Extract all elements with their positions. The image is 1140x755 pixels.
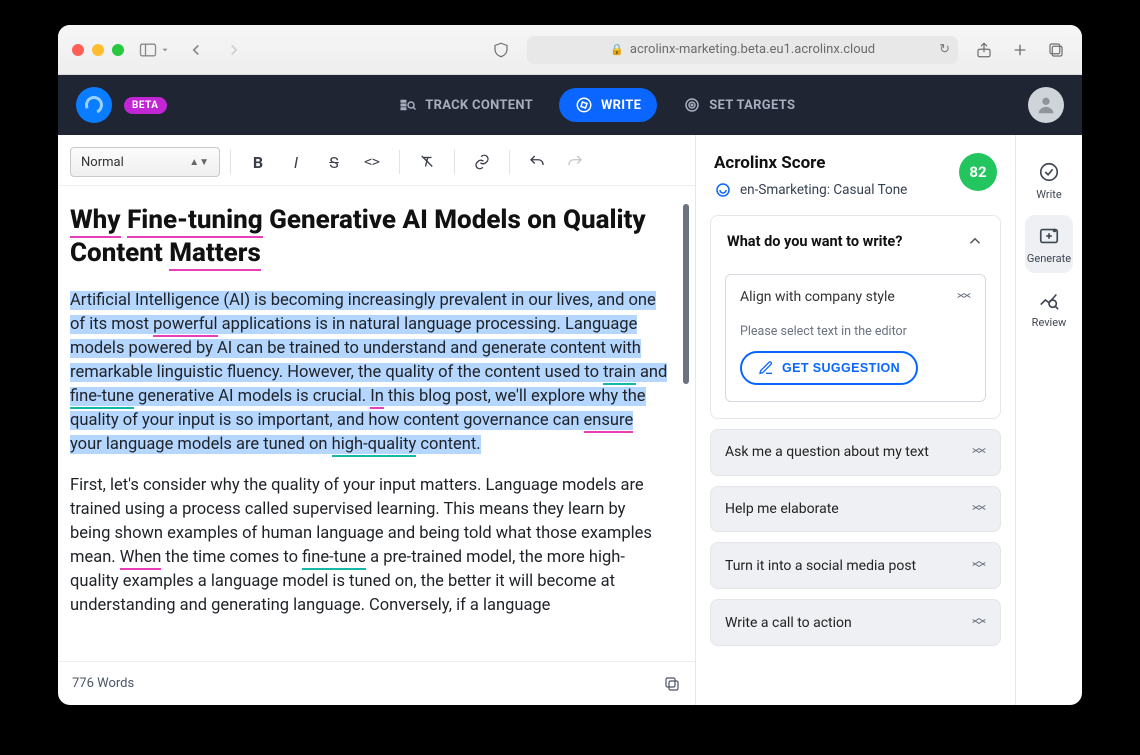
refresh-icon[interactable]: ↻: [939, 42, 950, 57]
rail-write[interactable]: Write: [1025, 151, 1073, 209]
italic-button[interactable]: I: [279, 147, 313, 177]
browser-window: 🔒 acrolinx-marketing.beta.eu1.acrolinx.c…: [58, 25, 1082, 705]
scrollbar-thumb[interactable]: [683, 204, 689, 384]
paragraph-style-select[interactable]: Normal ▲▼: [70, 147, 220, 177]
shield-icon[interactable]: [489, 38, 513, 62]
document-title[interactable]: Why Fine-tuning Generative AI Models on …: [70, 204, 669, 269]
option-card: Align with company style ︿﹀ Please selec…: [725, 274, 986, 402]
forward-button[interactable]: [222, 38, 246, 62]
score-badge: 82: [959, 153, 997, 191]
tab-set-targets[interactable]: SET TARGETS: [667, 88, 811, 122]
editor-area[interactable]: Why Fine-tuning Generative AI Models on …: [58, 186, 695, 661]
rail-review[interactable]: Review: [1025, 279, 1073, 337]
app-body: Normal ▲▼ B I S <>: [58, 135, 1082, 705]
browser-chrome: 🔒 acrolinx-marketing.beta.eu1.acrolinx.c…: [58, 25, 1082, 75]
editor-toolbar: Normal ▲▼ B I S <>: [58, 135, 695, 186]
tone-indicator: en-Smarketing: Casual Tone: [714, 181, 907, 199]
suggestion-ask-question[interactable]: Ask me a question about my text ︿﹀: [710, 429, 1001, 476]
editor-scrollbar[interactable]: [683, 204, 689, 601]
maximize-window[interactable]: [112, 44, 124, 56]
redo-button[interactable]: [558, 147, 592, 177]
tabs-button[interactable]: [1044, 38, 1068, 62]
sidebar-column: Acrolinx Score en-Smarketing: Casual Ton…: [696, 135, 1016, 705]
option-stepper[interactable]: ︿﹀: [957, 289, 971, 306]
tab-write[interactable]: WRITE: [559, 88, 657, 122]
close-window[interactable]: [72, 44, 84, 56]
rail-generate[interactable]: Generate: [1025, 215, 1073, 273]
address-bar[interactable]: 🔒 acrolinx-marketing.beta.eu1.acrolinx.c…: [527, 36, 958, 64]
editor-column: Normal ▲▼ B I S <>: [58, 135, 696, 705]
copy-icon[interactable]: [663, 675, 681, 693]
paragraph-2[interactable]: First, let's consider why the quality of…: [70, 474, 669, 618]
app-logo[interactable]: [76, 87, 112, 123]
app-header: BETA TRACK CONTENT WRITE SET TARGETS: [58, 75, 1082, 135]
panel-toggle[interactable]: What do you want to write?: [711, 216, 1000, 266]
nav-tabs: TRACK CONTENT WRITE SET TARGETS: [383, 88, 811, 122]
word-count-bar: 776 Words: [58, 661, 695, 705]
suggestion-social-post[interactable]: Turn it into a social media post ︿﹀: [710, 542, 1001, 589]
new-tab-button[interactable]: [1008, 38, 1032, 62]
word-count: 776 Words: [72, 676, 134, 691]
paragraph-1[interactable]: Artificial Intelligence (AI) is becoming…: [70, 289, 669, 456]
url-text: acrolinx-marketing.beta.eu1.acrolinx.clo…: [630, 42, 875, 57]
back-button[interactable]: [184, 38, 208, 62]
suggestion-cta[interactable]: Write a call to action ︿﹀: [710, 599, 1001, 646]
write-prompt-panel: What do you want to write? Align with co…: [710, 215, 1001, 419]
option-label: Align with company style: [740, 289, 895, 305]
score-box: Acrolinx Score en-Smarketing: Casual Ton…: [696, 135, 1015, 211]
suggestion-elaborate[interactable]: Help me elaborate ︿﹀: [710, 486, 1001, 533]
chevron-updown-icon: ︿﹀: [972, 501, 986, 518]
right-rail: Write Generate Review: [1016, 135, 1082, 705]
clear-format-button[interactable]: [410, 147, 444, 177]
link-button[interactable]: [465, 147, 499, 177]
get-suggestion-button[interactable]: GET SUGGESTION: [740, 351, 918, 385]
chevron-updown-icon: ︿﹀: [972, 557, 986, 574]
traffic-lights: [72, 44, 124, 56]
strikethrough-button[interactable]: S: [317, 147, 351, 177]
minimize-window[interactable]: [92, 44, 104, 56]
chevron-updown-icon: ︿﹀: [972, 614, 986, 631]
bold-button[interactable]: B: [241, 147, 275, 177]
lock-icon: 🔒: [610, 43, 624, 56]
chevron-updown-icon: ︿﹀: [972, 444, 986, 461]
beta-badge: BETA: [124, 97, 167, 114]
code-button[interactable]: <>: [355, 147, 389, 177]
user-avatar[interactable]: [1028, 87, 1064, 123]
score-title: Acrolinx Score: [714, 153, 907, 173]
share-button[interactable]: [972, 38, 996, 62]
undo-button[interactable]: [520, 147, 554, 177]
tab-track-content[interactable]: TRACK CONTENT: [383, 88, 549, 122]
select-text-hint: Please select text in the editor: [740, 324, 971, 339]
sidebar-toggle-button[interactable]: [138, 40, 170, 60]
